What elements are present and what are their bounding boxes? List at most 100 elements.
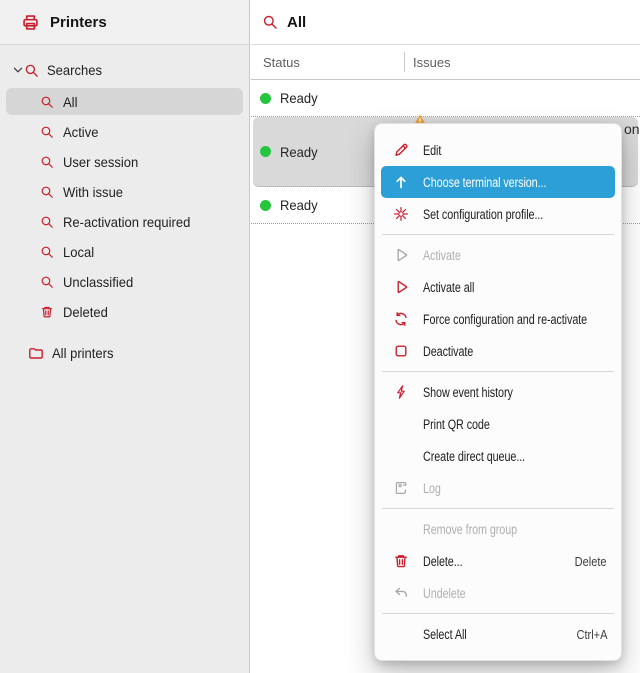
sidebar-item-with-issue[interactable]: With issue: [6, 178, 243, 205]
trash-icon: [40, 305, 54, 319]
menu-item-label: Remove from group: [423, 522, 570, 537]
refresh-icon: [393, 311, 409, 327]
main-header: All: [251, 0, 640, 45]
status-label: Ready: [280, 197, 318, 213]
status-dot: [260, 93, 271, 104]
no-icon: [393, 416, 409, 432]
sidebar-item-label: Unclassified: [63, 274, 133, 290]
printer-icon: [21, 13, 40, 32]
bolt-icon: [393, 384, 409, 400]
sidebar-item-local[interactable]: Local: [6, 238, 243, 265]
page-title: All: [287, 14, 306, 31]
column-header-status[interactable]: Status: [251, 45, 405, 79]
menu-item-label: Deactivate: [423, 344, 570, 359]
status-label: Ready: [280, 90, 318, 106]
menu-item-label: Activate: [423, 248, 570, 263]
sidebar-item-label: Deleted: [63, 304, 108, 320]
menu-item-edit[interactable]: Edit: [381, 134, 615, 166]
log-scroll-icon: [393, 480, 409, 496]
sidebar-item-all-printers[interactable]: All printers: [0, 339, 249, 367]
no-icon: [393, 448, 409, 464]
search-icon: [40, 245, 54, 259]
sidebar-item-all[interactable]: All: [6, 88, 243, 115]
search-icon: [24, 63, 39, 78]
menu-item-label: Force configuration and re-activate: [423, 312, 587, 327]
no-icon: [393, 626, 409, 642]
issues-text-fragment: on: [624, 121, 640, 137]
menu-item-set-configuration-profile[interactable]: Set configuration profile...: [381, 198, 615, 230]
sidebar-item-user-session[interactable]: User session: [6, 148, 243, 175]
menu-item-deactivate[interactable]: Deactivate: [381, 335, 615, 367]
column-header-issues[interactable]: Issues: [405, 55, 451, 70]
stop-square-icon: [393, 343, 409, 359]
search-icon: [40, 155, 54, 169]
sidebar-group-label: Searches: [47, 62, 102, 78]
menu-item-choose-terminal-version[interactable]: Choose terminal version...: [381, 166, 615, 198]
sidebar-item-label: Re-activation required: [63, 214, 190, 230]
status-dot: [260, 200, 271, 211]
menu-item-label: Print QR code: [423, 417, 570, 432]
gear-icon: [393, 206, 409, 222]
menu-item-label: Undelete: [423, 586, 570, 601]
table-row[interactable]: Ready: [251, 80, 640, 117]
menu-item-label: Show event history: [423, 385, 570, 400]
sidebar-item-label: All printers: [52, 345, 114, 361]
menu-separator: [382, 371, 614, 372]
menu-item-label: Edit: [423, 143, 570, 158]
sidebar-item-unclassified[interactable]: Unclassified: [6, 268, 243, 295]
menu-item-label: Delete...: [423, 554, 540, 569]
menu-item-label: Log: [423, 481, 570, 496]
sidebar-item-label: User session: [63, 154, 138, 170]
no-icon: [393, 521, 409, 537]
menu-item-remove-from-group: Remove from group: [381, 513, 615, 545]
menu-item-activate-all[interactable]: Activate all: [381, 271, 615, 303]
table-header: Status Issues: [251, 45, 640, 80]
sidebar-search-list: All Active User session With issue Re-activa…: [0, 88, 249, 325]
arrow-up-icon: [393, 174, 409, 190]
menu-item-label: Activate all: [423, 280, 570, 295]
sidebar-item-re-activation-required[interactable]: Re-activation required: [6, 208, 243, 235]
menu-item-print-qr-code[interactable]: Print QR code: [381, 408, 615, 440]
folder-icon: [28, 345, 44, 361]
menu-item-show-event-history[interactable]: Show event history: [381, 376, 615, 408]
menu-item-log: Log: [381, 472, 615, 504]
menu-item-shortcut: Delete: [575, 554, 607, 569]
menu-item-label: Choose terminal version...: [423, 175, 570, 190]
undo-icon: [393, 585, 409, 601]
search-icon: [40, 125, 54, 139]
search-icon: [40, 215, 54, 229]
menu-separator: [382, 613, 614, 614]
menu-item-create-direct-queue[interactable]: Create direct queue...: [381, 440, 615, 472]
sidebar-item-active[interactable]: Active: [6, 118, 243, 145]
play-icon: [393, 247, 409, 263]
menu-item-activate: Activate: [381, 239, 615, 271]
menu-item-undelete: Undelete: [381, 577, 615, 609]
app-window: Printers Searches All Active User session W…: [0, 0, 640, 673]
app-title: Printers: [50, 14, 107, 31]
app-header: Printers: [0, 0, 249, 45]
menu-item-label: Select All: [423, 627, 541, 642]
sidebar-group-searches[interactable]: Searches: [0, 58, 249, 82]
sidebar: Printers Searches All Active User session W…: [0, 0, 250, 673]
sidebar-item-label: With issue: [63, 184, 123, 200]
menu-item-select-all[interactable]: Select All Ctrl+A: [381, 618, 615, 650]
status-dot: [260, 146, 271, 157]
sidebar-item-label: Active: [63, 124, 98, 140]
sidebar-item-deleted[interactable]: Deleted: [6, 298, 243, 325]
sidebar-item-label: All: [63, 94, 77, 110]
menu-item-label: Create direct queue...: [423, 449, 570, 464]
menu-separator: [382, 508, 614, 509]
menu-item-delete[interactable]: Delete... Delete: [381, 545, 615, 577]
menu-separator: [382, 234, 614, 235]
chevron-down-icon[interactable]: [12, 64, 24, 76]
menu-item-shortcut: Ctrl+A: [576, 627, 607, 642]
search-icon: [262, 14, 278, 30]
menu-item-label: Set configuration profile...: [423, 207, 570, 222]
search-icon: [40, 275, 54, 289]
trash-icon: [393, 553, 409, 569]
status-label: Ready: [280, 144, 318, 160]
context-menu: Edit Choose terminal version... Set config…: [374, 123, 622, 661]
sidebar-item-label: Local: [63, 244, 94, 260]
menu-item-force-configuration-and-re-activate[interactable]: Force configuration and re-activate: [381, 303, 615, 335]
search-icon: [40, 185, 54, 199]
